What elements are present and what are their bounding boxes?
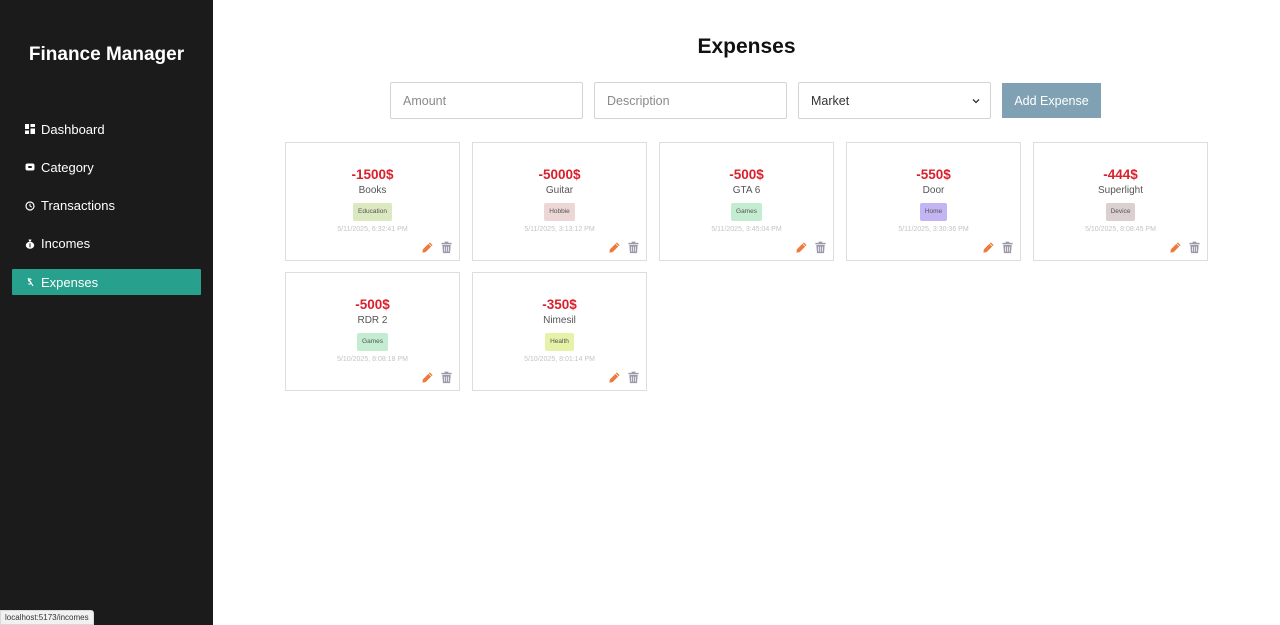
sidebar-item-label: Dashboard [41,121,105,137]
delete-icon[interactable] [440,241,453,254]
expense-description: Books [358,185,387,196]
edit-icon[interactable] [982,241,995,254]
expense-description: Guitar [545,185,574,196]
expense-description: RDR 2 [357,315,388,326]
expense-amount: -550$ [916,167,951,182]
expense-description: Door [922,185,945,196]
expense-card: -5000$ Guitar Hobbie 5/11/2025, 3:13:12 … [472,142,647,261]
sidebar-item-transactions[interactable]: Transactions [12,193,201,219]
history-icon [25,200,35,211]
description-input[interactable] [594,82,787,119]
edit-icon[interactable] [795,241,808,254]
expense-date: 5/11/2025, 3:30:36 PM [898,226,969,233]
category-select[interactable]: Market [798,82,991,119]
add-expense-button[interactable]: Add Expense [1002,83,1101,118]
expense-card: -444$ Superlight Device 5/10/2025, 8:08:… [1033,142,1208,261]
status-bar-url: localhost:5173/incomes [0,610,94,625]
app-title: Finance Manager [28,44,185,65]
category-badge: Device [1105,203,1136,221]
amount-input[interactable] [390,82,583,119]
expense-date: 5/10/2025, 8:08:45 PM [1085,226,1156,233]
category-badge: Health [545,333,574,351]
category-badge: Games [357,333,388,351]
expense-card: -350$ Nimesil Health 5/10/2025, 8:01:14 … [472,272,647,391]
chevron-down-icon [972,94,980,108]
expense-date: 5/11/2025, 3:13:12 PM [524,226,595,233]
main-content: Expenses Market Add Expense -1500$ Books… [213,0,1280,625]
expense-date: 5/11/2025, 6:32:41 PM [337,226,408,233]
edit-icon[interactable] [608,371,621,384]
category-badge: Education [353,203,392,221]
expense-description: GTA 6 [732,185,761,196]
category-badge: Hobbie [544,203,575,221]
expense-amount: -1500$ [351,167,394,182]
sidebar-item-dashboard[interactable]: Dashboard [12,116,201,142]
sidebar-nav: Dashboard Category Transactions Incomes … [12,116,201,307]
delete-icon[interactable] [814,241,827,254]
expense-card: -550$ Door Home 5/11/2025, 3:30:36 PM [846,142,1021,261]
category-icon [25,162,35,172]
delete-icon[interactable] [627,371,640,384]
edit-icon[interactable] [421,371,434,384]
sidebar-item-expenses[interactable]: Expenses [12,269,201,296]
sidebar-item-incomes[interactable]: Incomes [12,231,201,257]
edit-icon[interactable] [421,241,434,254]
delete-icon[interactable] [440,371,453,384]
expense-amount: -444$ [1103,167,1138,182]
expense-card: -500$ GTA 6 Games 5/11/2025, 3:45:04 PM [659,142,834,261]
expense-amount: -500$ [355,297,390,312]
expense-amount: -350$ [542,297,577,312]
expense-amount: -5000$ [538,167,581,182]
sidebar-item-label: Category [41,159,94,175]
expense-amount: -500$ [729,167,764,182]
money-bag-icon [25,239,35,249]
expense-card: -1500$ Books Education 5/11/2025, 6:32:4… [285,142,460,261]
page-title: Expenses [697,35,796,58]
dashboard-icon [25,124,35,134]
expense-date: 5/11/2025, 3:45:04 PM [711,226,782,233]
delete-icon[interactable] [627,241,640,254]
sidebar-item-category[interactable]: Category [12,154,201,180]
expense-date: 5/10/2025, 8:08:18 PM [337,356,408,363]
category-badge: Games [731,203,762,221]
edit-icon[interactable] [608,241,621,254]
sidebar-item-label: Expenses [41,274,99,290]
edit-icon[interactable] [1169,241,1182,254]
delete-icon[interactable] [1001,241,1014,254]
sidebar: Finance Manager Dashboard Category Trans… [0,0,213,625]
delete-icon[interactable] [1188,241,1201,254]
expense-description: Nimesil [543,315,576,326]
sidebar-item-label: Incomes [41,236,91,252]
expense-card: -500$ RDR 2 Games 5/10/2025, 8:08:18 PM [285,272,460,391]
sidebar-item-label: Transactions [41,198,115,214]
category-badge: Home [919,203,948,221]
expense-date: 5/10/2025, 8:01:14 PM [524,356,595,363]
expense-icon [25,277,35,287]
expense-description: Superlight [1097,185,1144,196]
category-select-value: Market [811,93,850,108]
